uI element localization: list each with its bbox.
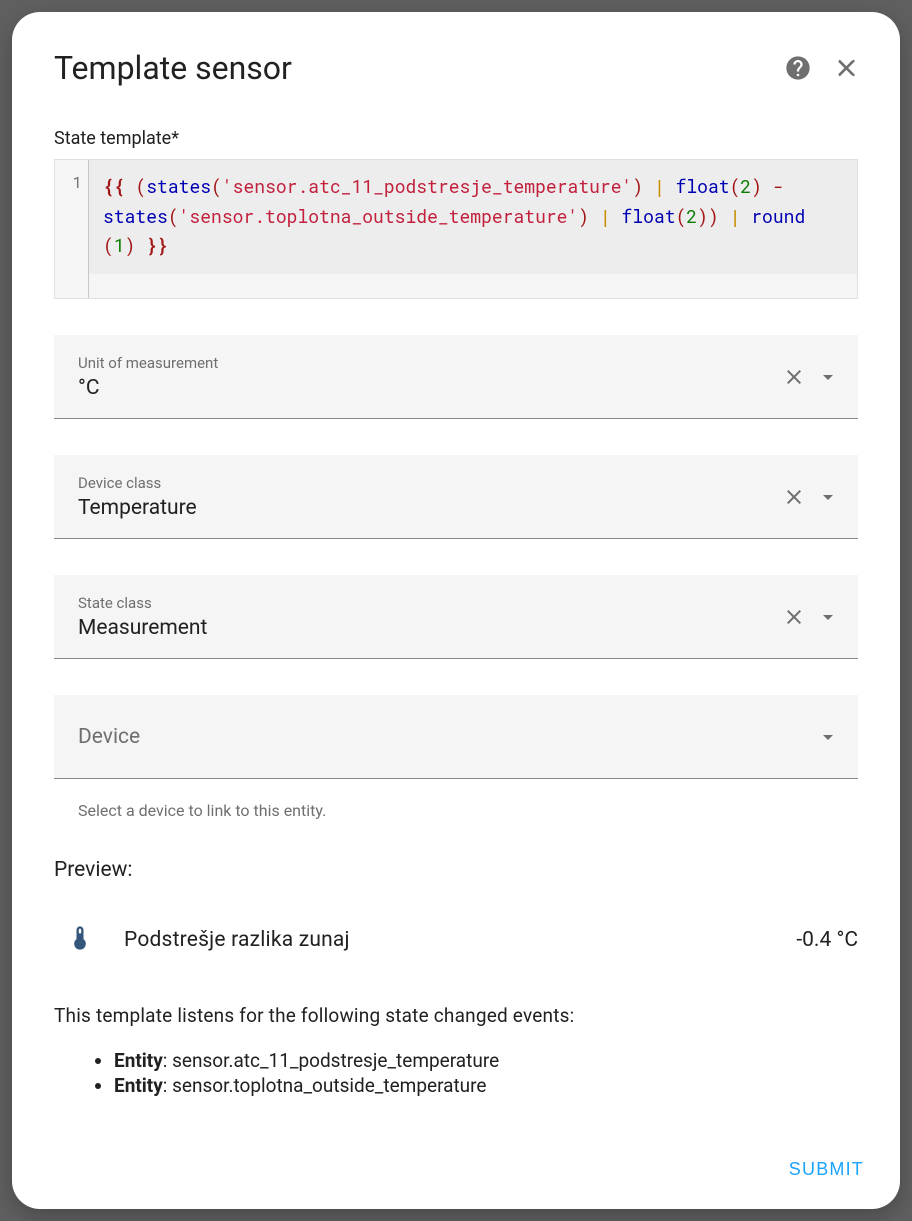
unit-of-measurement-field[interactable]: Unit of measurement °C — [54, 335, 858, 419]
device-class-dropdown[interactable] — [816, 485, 840, 509]
preview-heading: Preview: — [54, 858, 858, 882]
list-item: Entity: sensor.atc_11_podstresje_tempera… — [114, 1049, 858, 1072]
state-class-dropdown[interactable] — [816, 605, 840, 629]
uom-dropdown[interactable] — [816, 365, 840, 389]
device-dropdown[interactable] — [816, 725, 840, 749]
list-item: Entity: sensor.toplotna_outside_temperat… — [114, 1074, 858, 1097]
chevron-down-icon — [816, 485, 840, 509]
chevron-down-icon — [816, 725, 840, 749]
dialog-header: Template sensor — [12, 12, 900, 100]
chevron-down-icon — [816, 605, 840, 629]
listens-text: This template listens for the following … — [54, 1004, 858, 1027]
dialog-title: Template sensor — [54, 49, 774, 87]
dialog-footer: SUBMIT — [12, 1129, 900, 1209]
chevron-down-icon — [816, 365, 840, 389]
device-class-clear-button[interactable] — [782, 485, 806, 509]
preview-entity-name: Podstrešje razlika zunaj — [124, 928, 766, 952]
code-gutter: 1 — [55, 160, 89, 298]
preview-entity-value: -0.4 °C — [796, 928, 858, 952]
code-content-wrapper: {{ (states('sensor.atc_11_podstresje_tem… — [89, 160, 857, 298]
thermometer-icon — [66, 924, 94, 956]
entity-list: Entity: sensor.atc_11_podstresje_tempera… — [54, 1049, 858, 1097]
state-class-clear-button[interactable] — [782, 605, 806, 629]
code-content[interactable]: {{ (states('sensor.atc_11_podstresje_tem… — [89, 160, 857, 274]
uom-label: Unit of measurement — [78, 354, 782, 372]
device-field[interactable]: Device — [54, 695, 858, 779]
device-helper-text: Select a device to link to this entity. — [78, 801, 858, 820]
close-icon — [782, 485, 806, 509]
help-button[interactable] — [774, 44, 822, 92]
state-template-editor[interactable]: 1 {{ (states('sensor.atc_11_podstresje_t… — [54, 159, 858, 299]
close-icon — [833, 55, 859, 81]
dialog-body: State template* 1 {{ (states('sensor.atc… — [12, 100, 900, 1129]
state-class-field[interactable]: State class Measurement — [54, 575, 858, 659]
line-number: 1 — [72, 172, 82, 193]
close-icon — [782, 605, 806, 629]
device-class-value: Temperature — [78, 496, 782, 520]
uom-clear-button[interactable] — [782, 365, 806, 389]
state-class-label: State class — [78, 594, 782, 612]
template-sensor-dialog: Template sensor State template* 1 {{ (st… — [12, 12, 900, 1209]
submit-button[interactable]: SUBMIT — [789, 1159, 864, 1180]
uom-value: °C — [78, 376, 782, 400]
state-template-label: State template* — [54, 128, 858, 149]
close-icon — [782, 365, 806, 389]
device-class-label: Device class — [78, 474, 782, 492]
preview-entity-row: Podstrešje razlika zunaj -0.4 °C — [54, 924, 858, 956]
device-placeholder: Device — [78, 725, 816, 749]
device-class-field[interactable]: Device class Temperature — [54, 455, 858, 539]
close-button[interactable] — [822, 44, 870, 92]
help-circle-icon — [784, 54, 812, 82]
state-class-value: Measurement — [78, 616, 782, 640]
